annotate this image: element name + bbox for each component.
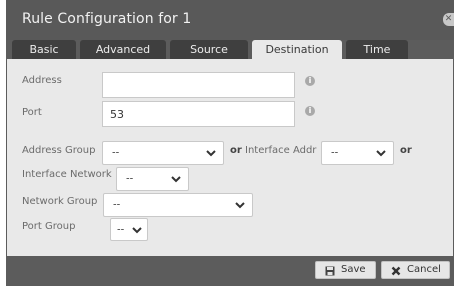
interface-addr-select[interactable]: -- <box>321 141 394 165</box>
close-icon[interactable]: ✕ <box>443 13 454 26</box>
interface-addr-label: Interface Addr <box>245 145 317 156</box>
tab-destination[interactable]: Destination <box>252 40 342 60</box>
address-label: Address <box>22 75 62 86</box>
save-label: Save <box>341 264 366 275</box>
select-value: -- <box>112 147 120 159</box>
tab-source[interactable]: Source <box>170 40 248 59</box>
save-icon <box>325 266 335 276</box>
chevron-down-icon <box>206 150 216 157</box>
address-group-label: Address Group <box>22 145 96 156</box>
network-group-select[interactable]: -- <box>103 193 253 217</box>
chevron-down-icon <box>171 176 181 183</box>
chevron-down-icon <box>376 150 386 157</box>
network-group-label: Network Group <box>22 196 98 207</box>
chevron-down-icon <box>132 226 142 233</box>
cancel-icon <box>391 266 401 276</box>
tab-advanced[interactable]: Advanced <box>80 40 166 59</box>
address-input[interactable] <box>102 72 295 98</box>
cancel-label: Cancel <box>407 264 441 275</box>
address-group-select[interactable]: -- <box>102 141 224 165</box>
tab-label: Source <box>190 43 228 56</box>
dialog-title: Rule Configuration for 1 <box>22 11 192 27</box>
select-value: -- <box>126 173 134 185</box>
tab-label: Destination <box>265 43 329 56</box>
tab-label: Time <box>363 43 391 56</box>
tab-bar: Basic Advanced Source Destination Time <box>6 40 454 60</box>
or-label: or <box>230 145 242 156</box>
select-value: -- <box>331 147 339 159</box>
info-icon: i <box>305 106 315 116</box>
dialog-titlebar: Rule Configuration for 1 ✕ <box>6 0 454 40</box>
cancel-button[interactable]: Cancel <box>381 261 450 279</box>
dialog-footer: Save Cancel <box>6 256 454 286</box>
tab-time[interactable]: Time <box>346 40 408 59</box>
or-label: or <box>400 145 412 156</box>
destination-panel: Address i Port i Address Group -- or Int… <box>7 59 453 256</box>
port-group-label: Port Group <box>22 221 76 232</box>
port-label: Port <box>22 107 42 118</box>
port-input[interactable] <box>102 101 295 127</box>
save-button[interactable]: Save <box>315 261 376 279</box>
interface-network-label: Interface Network <box>22 169 112 180</box>
tab-basic[interactable]: Basic <box>12 40 76 59</box>
chevron-down-icon <box>235 202 245 209</box>
info-icon: i <box>305 76 315 86</box>
select-value: -- <box>117 224 125 235</box>
interface-network-select[interactable]: -- <box>116 167 189 191</box>
select-value: -- <box>113 199 121 211</box>
rule-config-dialog: Rule Configuration for 1 ✕ Basic Advance… <box>6 0 454 286</box>
port-group-select[interactable]: -- <box>110 218 148 241</box>
tab-label: Basic <box>29 43 59 56</box>
tab-label: Advanced <box>95 43 151 56</box>
